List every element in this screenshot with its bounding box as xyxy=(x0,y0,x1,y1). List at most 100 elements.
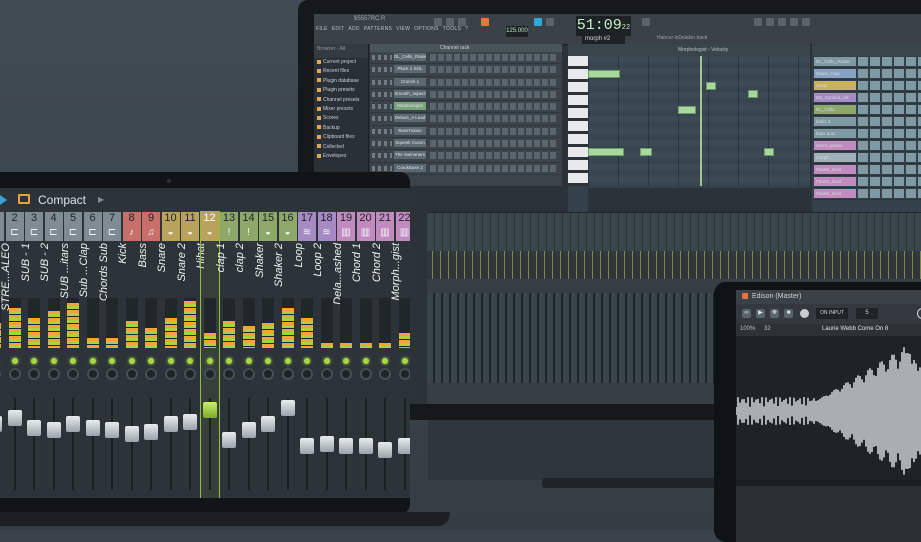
step-sequencer[interactable] xyxy=(430,103,558,111)
pan-knob[interactable] xyxy=(242,368,255,380)
loop-icon[interactable]: ∞ xyxy=(742,309,751,318)
mixer-track[interactable]: 15 ◒ Shaker 2 xyxy=(259,212,285,498)
play-icon[interactable]: ▶ xyxy=(756,309,765,318)
channel-name-button[interactable]: The Swimmers xyxy=(394,151,426,160)
folder-icon[interactable] xyxy=(18,194,30,204)
channel-controls[interactable] xyxy=(372,91,392,97)
volume-fader[interactable] xyxy=(124,426,139,442)
browser-item[interactable]: Clipboard files xyxy=(314,133,368,142)
track-name-zone[interactable]: Morph...gist xyxy=(376,243,402,300)
mixer-icon[interactable] xyxy=(790,18,798,26)
pattern-clip[interactable] xyxy=(858,165,921,174)
pattern-clip[interactable] xyxy=(858,129,921,138)
input-selector[interactable]: ON INPUT xyxy=(816,308,848,319)
track-name-zone[interactable]: Snare 2 xyxy=(162,243,188,298)
channel-controls[interactable] xyxy=(372,165,392,171)
chevron-right-icon[interactable]: ▶ xyxy=(98,195,104,204)
mixer-track[interactable]: 5 ⊏ Sub ...Clap xyxy=(64,212,90,498)
pan-knob[interactable] xyxy=(262,368,274,380)
playlist-track[interactable]: Harm_waves xyxy=(812,140,921,152)
channel-row[interactable]: DL_Cello_Raiser xyxy=(370,52,562,65)
track-name-zone[interactable]: Chord 2 xyxy=(357,243,383,298)
channel-name-button[interactable]: Crunch 1 xyxy=(394,77,426,86)
pattern-clip[interactable] xyxy=(858,81,921,90)
playlist-track[interactable]: Param_level xyxy=(812,188,921,200)
playlist-track-name[interactable]: Param_level xyxy=(814,189,856,198)
track-name-zone[interactable]: clap 1 xyxy=(201,243,227,298)
playlist-track[interactable]: DL_Cello xyxy=(812,104,921,116)
mixer-track[interactable]: 3 ⊏ SUB - 2 xyxy=(25,212,51,498)
pan-knob[interactable] xyxy=(28,368,40,380)
tempo-display[interactable]: 125.000 xyxy=(506,26,528,37)
playlist-track-name[interactable]: morph xyxy=(814,153,856,162)
playlist-track[interactable]: morph xyxy=(812,152,921,164)
track-enable-led[interactable] xyxy=(284,358,291,364)
playlist-track-name[interactable]: DB_Cymbal_roll xyxy=(814,93,856,102)
track-enable-led[interactable] xyxy=(11,358,18,364)
track-name-zone[interactable]: Loop xyxy=(279,243,305,298)
track-enable-led[interactable] xyxy=(109,358,115,364)
pattern-clip[interactable] xyxy=(858,141,921,150)
track-name-zone[interactable]: SUB - 2 xyxy=(25,243,51,298)
volume-fader[interactable] xyxy=(163,416,178,432)
browser-item[interactable]: Envelopes xyxy=(314,152,368,161)
step-sequencer[interactable] xyxy=(430,140,558,148)
record-icon[interactable] xyxy=(481,18,489,26)
menu-item[interactable]: PATTERNS xyxy=(364,26,392,32)
mixer-track[interactable]: 14! Shaker xyxy=(239,212,266,498)
track-name-zone[interactable]: SUB ...itars xyxy=(45,243,71,299)
volume-fader[interactable] xyxy=(241,422,256,438)
pan-knob[interactable] xyxy=(86,368,99,380)
mixer-track[interactable]: 11 ◒ Hihat xyxy=(181,212,207,498)
channel-controls[interactable] xyxy=(372,55,392,60)
browser-item[interactable]: Current project xyxy=(314,58,368,67)
mixer-track[interactable]: 16 ◒ Loop xyxy=(278,212,305,498)
playlist-track-name[interactable]: basis 3 xyxy=(814,117,856,126)
playlist-track-name[interactable]: bass auto xyxy=(814,129,856,138)
piano-roll-icon[interactable] xyxy=(766,18,774,26)
mixer-track[interactable]: 19 ▥ Chord 1 xyxy=(337,212,363,498)
pattern-clip[interactable] xyxy=(858,117,921,126)
volume-fader[interactable] xyxy=(222,432,236,448)
note[interactable] xyxy=(706,82,716,90)
power-icon[interactable] xyxy=(917,308,921,319)
mixer-track[interactable]: 18 ≋ Dela...ashed xyxy=(317,212,344,498)
channel-controls[interactable] xyxy=(372,153,392,159)
track-enable-led[interactable] xyxy=(265,358,271,364)
channel-controls[interactable] xyxy=(372,79,392,85)
channel-name-button[interactable]: Smooth_aspect xyxy=(394,89,426,98)
track-name-zone[interactable]: Shaker 2 xyxy=(259,243,285,298)
pattern-clip[interactable] xyxy=(858,57,921,66)
track-enable-led[interactable] xyxy=(187,358,193,364)
menu-item[interactable]: VIEW xyxy=(396,26,410,32)
note[interactable] xyxy=(748,90,758,98)
volume-fader[interactable] xyxy=(85,420,100,436)
playlist-track[interactable]: basis 3 xyxy=(812,116,921,128)
track-name-zone[interactable]: Kick xyxy=(103,243,129,298)
channel-name-button[interactable]: Pluck 1 SOL xyxy=(394,65,426,74)
channel-controls[interactable] xyxy=(372,104,392,110)
mixer-track[interactable]: 1 ♫ STRE...ALEO xyxy=(0,212,12,498)
menu-item[interactable]: FILE xyxy=(316,26,328,32)
track-name-zone[interactable]: Repet...uise xyxy=(396,243,411,302)
browser-item[interactable]: Recent files xyxy=(314,67,368,76)
track-name-zone[interactable]: Bass xyxy=(123,243,149,298)
channel-row[interactable]: Pluck 1 SOL xyxy=(370,64,562,77)
track-enable-led[interactable] xyxy=(89,358,96,364)
track-enable-led[interactable] xyxy=(362,358,369,364)
playhead[interactable] xyxy=(700,56,702,186)
browser-item[interactable]: Mixer presets xyxy=(314,105,368,114)
volume-fader[interactable] xyxy=(183,414,197,430)
channel-controls[interactable] xyxy=(372,128,392,134)
menu-item[interactable]: EDIT xyxy=(332,26,345,32)
pattern-clip[interactable] xyxy=(858,189,921,198)
pan-knob[interactable] xyxy=(320,368,333,380)
mixer-layout-label[interactable]: Compact xyxy=(38,193,86,207)
note[interactable] xyxy=(588,70,620,78)
piano-keys[interactable] xyxy=(568,56,588,186)
playlist-track-name[interactable]: DL_Cello_Raiser xyxy=(814,57,856,66)
volume-fader[interactable] xyxy=(0,416,2,432)
track-enable-led[interactable] xyxy=(148,358,154,364)
wait-icon[interactable] xyxy=(546,18,554,26)
mixer-track[interactable]: 21 ▥ Morph...gist xyxy=(376,212,402,498)
